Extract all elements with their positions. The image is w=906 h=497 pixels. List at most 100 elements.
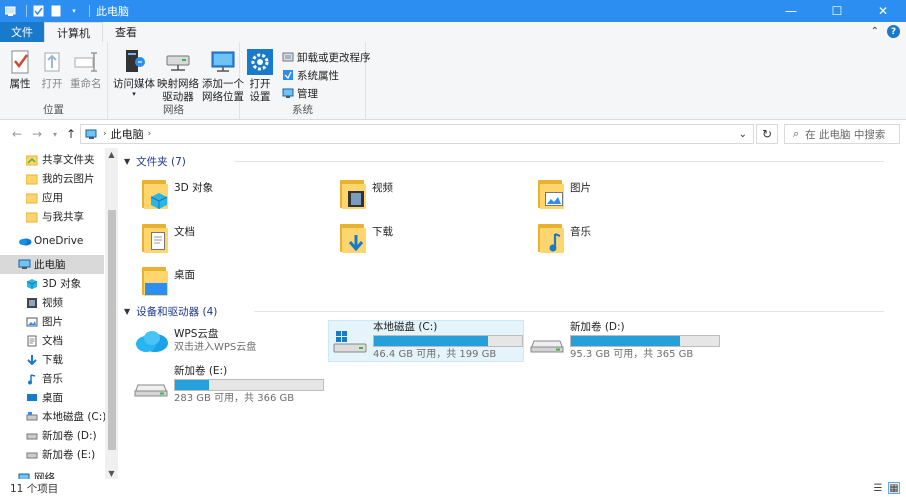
- details-view-icon[interactable]: ☰: [872, 482, 884, 494]
- downloads-folder-icon: [338, 222, 366, 254]
- nav-item-shared-with-me[interactable]: 与我共享: [25, 207, 106, 226]
- scroll-down-icon[interactable]: ▼: [105, 467, 118, 479]
- tab-computer[interactable]: 计算机: [44, 22, 103, 42]
- refresh-button[interactable]: ↻: [756, 124, 778, 144]
- scroll-thumb[interactable]: [108, 210, 116, 450]
- nav-item-onedrive[interactable]: OneDrive: [18, 231, 106, 250]
- address-dropdown-icon[interactable]: ⌄: [739, 129, 747, 140]
- 3d-objects-folder-icon: [140, 178, 168, 210]
- drive-c[interactable]: 本地磁盘 (C:) 46.4 GB 可用，共 199 GB: [328, 320, 524, 362]
- folders-section-header[interactable]: ▼ 文件夹 (7): [124, 154, 894, 168]
- forward-arrow-icon[interactable]: →: [28, 125, 46, 143]
- desktop-icon: [26, 392, 38, 404]
- help-icon[interactable]: ?: [887, 25, 900, 38]
- onedrive-icon: [18, 235, 32, 247]
- breadcrumb-this-pc[interactable]: 此电脑: [111, 126, 144, 142]
- wps-cloud-icon: [134, 327, 168, 355]
- drive-d[interactable]: 新加卷 (D:) 95.3 GB 可用，共 365 GB: [526, 320, 722, 362]
- videos-folder-icon: [338, 178, 366, 210]
- ribbon-group-location: 属性 打开 重命名 位置: [0, 42, 108, 120]
- ribbon-group-network: 访问媒体 ▾ 映射网络 驱动器 添加一个 网络位置 网络: [108, 42, 244, 120]
- minimize-button[interactable]: —: [768, 0, 814, 22]
- pictures-folder-icon: [536, 178, 564, 210]
- window-title: 此电脑: [96, 5, 129, 18]
- explorer-app-icon[interactable]: [4, 4, 18, 18]
- pictures-icon: [26, 316, 38, 328]
- drive-c-usage-bar: [373, 335, 523, 347]
- content-pane: ▼ 文件夹 (7) 3D 对象 视频 图片 文档 下载 音乐 桌面 ▼ 设备和驱…: [118, 148, 906, 479]
- desktop-folder-icon: [140, 265, 168, 297]
- nav-item-cloud-pictures[interactable]: 我的云图片: [25, 169, 106, 188]
- folder-pictures[interactable]: 图片: [536, 178, 591, 218]
- status-bar: 11 个项目 ☰ ▦: [0, 479, 906, 497]
- folder-videos[interactable]: 视频: [338, 178, 393, 218]
- search-box[interactable]: ⌕ 在 此电脑 中搜索: [784, 124, 900, 144]
- nav-item-desktop[interactable]: 桌面: [26, 388, 106, 407]
- quick-access-toolbar: ▾: [0, 0, 94, 22]
- ribbon-tabs: 文件 计算机 查看 ⌃ ?: [0, 22, 906, 42]
- group-label-system: 系统: [292, 104, 313, 116]
- nav-item-music[interactable]: 音乐: [26, 369, 106, 388]
- rename-icon: [72, 48, 100, 76]
- manage-button[interactable]: 管理: [282, 84, 371, 102]
- back-arrow-icon[interactable]: ←: [8, 125, 26, 143]
- view-switcher: ☰ ▦: [868, 482, 900, 494]
- nav-item-drive-c[interactable]: 本地磁盘 (C:): [26, 407, 106, 426]
- collapse-ribbon-icon[interactable]: ⌃: [871, 26, 879, 37]
- system-properties-icon: [282, 69, 294, 81]
- system-properties-button[interactable]: 系统属性: [282, 66, 371, 84]
- nav-scrollbar[interactable]: ▲ ▼: [105, 148, 118, 479]
- folder-downloads[interactable]: 下载: [338, 222, 393, 262]
- up-arrow-icon[interactable]: ↑: [62, 125, 80, 143]
- address-field[interactable]: › 此电脑 › ⌄: [80, 124, 754, 144]
- nav-item-network[interactable]: 网络: [18, 468, 106, 479]
- breadcrumb-chevron-icon[interactable]: ›: [148, 129, 152, 139]
- this-pc-small-icon: [85, 129, 97, 139]
- nav-item-shared-folder[interactable]: 共享文件夹: [25, 150, 106, 169]
- open-icon: [38, 48, 66, 76]
- folder-3d-objects[interactable]: 3D 对象: [140, 178, 213, 218]
- folder-icon: [25, 211, 38, 223]
- drive-e-icon: [134, 371, 168, 399]
- nav-item-3d-objects[interactable]: 3D 对象: [26, 274, 106, 293]
- wps-cloud-drive[interactable]: WPS云盘 双击进入WPS云盘: [130, 320, 320, 362]
- address-bar-row: ← → ▾ ↑ › 此电脑 › ⌄ ↻ ⌕ 在 此电脑 中搜索: [0, 120, 906, 148]
- new-folder-quick-icon[interactable]: [49, 4, 63, 18]
- tab-file[interactable]: 文件: [0, 22, 44, 42]
- system-drive-icon: [333, 327, 367, 355]
- devices-section-header[interactable]: ▼ 设备和驱动器 (4): [124, 304, 894, 318]
- folder-icon: [25, 173, 38, 185]
- chevron-down-icon: ▼: [124, 306, 131, 316]
- group-label-location: 位置: [43, 104, 64, 116]
- nav-item-downloads[interactable]: 下载: [26, 350, 106, 369]
- properties-quick-icon[interactable]: [31, 4, 45, 18]
- customize-qat-chevron-icon[interactable]: ▾: [67, 4, 81, 18]
- folder-desktop[interactable]: 桌面: [140, 265, 195, 305]
- breadcrumb-separator-icon: ›: [103, 129, 107, 139]
- uninstall-icon: [282, 51, 294, 63]
- nav-item-pictures[interactable]: 图片: [26, 312, 106, 331]
- drive-e[interactable]: 新加卷 (E:) 283 GB 可用，共 366 GB: [130, 364, 326, 406]
- folder-music[interactable]: 音乐: [536, 222, 591, 262]
- 3d-objects-icon: [26, 278, 38, 290]
- scroll-up-icon[interactable]: ▲: [105, 148, 118, 160]
- nav-item-drive-d[interactable]: 新加卷 (D:): [26, 426, 106, 445]
- item-count: 11 个项目: [10, 482, 59, 495]
- maximize-button[interactable]: ☐: [814, 0, 860, 22]
- folder-icon: [25, 192, 38, 204]
- nav-item-videos[interactable]: 视频: [26, 293, 106, 312]
- tiles-view-icon[interactable]: ▦: [888, 482, 900, 494]
- window-controls: — ☐ ✕: [768, 0, 906, 22]
- nav-item-apps[interactable]: 应用: [25, 188, 106, 207]
- nav-item-documents[interactable]: 文档: [26, 331, 106, 350]
- nav-item-this-pc[interactable]: 此电脑: [0, 255, 104, 274]
- nav-item-drive-e[interactable]: 新加卷 (E:): [26, 445, 106, 464]
- tab-view[interactable]: 查看: [103, 22, 149, 42]
- drive-d-usage-bar: [570, 335, 720, 347]
- title-bar: ▾ 此电脑 — ☐ ✕: [0, 0, 906, 22]
- uninstall-programs-button[interactable]: 卸载或更改程序: [282, 48, 371, 66]
- close-button[interactable]: ✕: [860, 0, 906, 22]
- folder-documents[interactable]: 文档: [140, 222, 195, 262]
- chevron-down-icon: ▼: [124, 156, 131, 166]
- drive-e-usage-fill: [175, 380, 209, 390]
